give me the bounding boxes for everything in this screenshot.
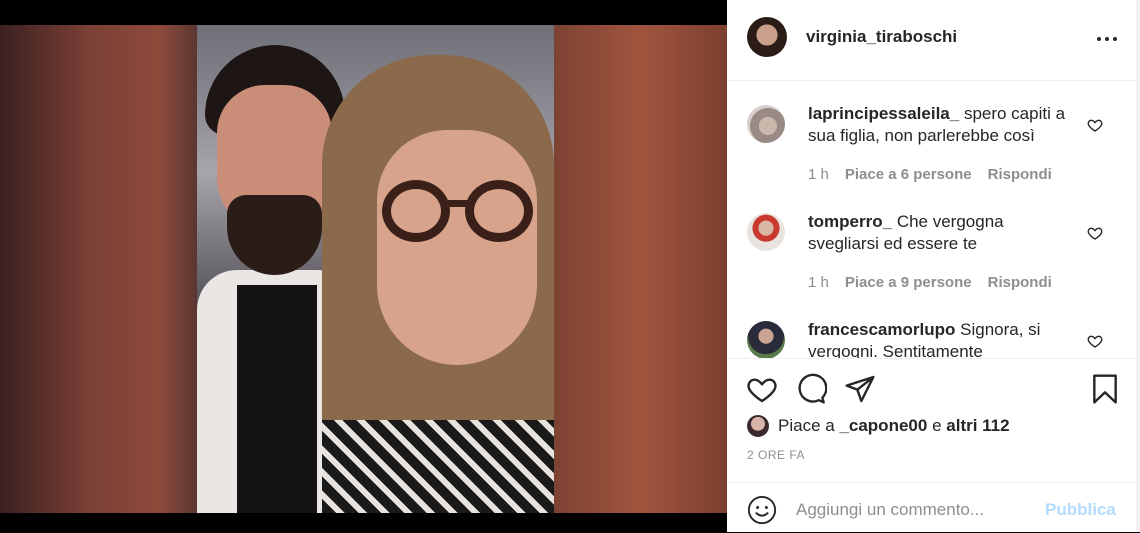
likes-text[interactable]: Piace a _capone00 e altri 112 — [778, 416, 1010, 436]
reply-button[interactable]: Rispondi — [988, 274, 1052, 291]
video-image — [197, 25, 554, 513]
person-woman — [322, 55, 554, 513]
likes-conjunction: e — [932, 416, 942, 435]
post-header: virginia_tiraboschi — [727, 0, 1136, 81]
bookmark-icon[interactable] — [1089, 373, 1121, 405]
comment-form: Pubblica — [727, 482, 1136, 533]
more-options-icon[interactable] — [1097, 36, 1117, 42]
likes-others-count[interactable]: altri 112 — [946, 416, 1009, 435]
comment-heart-icon[interactable] — [1087, 117, 1103, 133]
scrollbar[interactable] — [1136, 0, 1140, 532]
author-avatar[interactable] — [747, 17, 787, 57]
emoji-icon[interactable] — [747, 495, 777, 525]
commenter-username[interactable]: tomperro_ — [808, 212, 892, 231]
comment-time[interactable]: 1 h — [808, 166, 829, 183]
comment-time[interactable]: 1 h — [808, 274, 829, 291]
comment-input[interactable] — [796, 499, 1026, 521]
comments-list: laprincipessaleila_ spero capiti a sua f… — [727, 81, 1136, 358]
comment-likes[interactable]: Piace a 9 persone — [845, 274, 972, 291]
liker-avatar[interactable] — [747, 415, 769, 437]
comment-text-block: tomperro_ Che vergogna svegliarsi ed ess… — [808, 211, 1073, 255]
video-frame[interactable] — [0, 25, 727, 513]
post-side-panel: virginia_tiraboschi laprincipessaleila_ … — [727, 0, 1140, 532]
comment-heart-icon[interactable] — [1087, 225, 1103, 241]
comment-text-block: francescamorlupo Signora, si vergogni. S… — [808, 319, 1073, 358]
post-media[interactable] — [0, 0, 727, 532]
reply-button[interactable]: Rispondi — [988, 166, 1052, 183]
commenter-username[interactable]: laprincipessaleila_ — [808, 104, 959, 123]
commenter-avatar[interactable] — [747, 213, 785, 251]
comment-icon[interactable] — [795, 373, 827, 405]
publish-button[interactable]: Pubblica — [1045, 500, 1116, 520]
comment-meta: 1 h Piace a 6 persone Rispondi — [808, 166, 1052, 183]
heart-icon[interactable] — [746, 373, 778, 405]
comment-meta: 1 h Piace a 9 persone Rispondi — [808, 274, 1052, 291]
comment-likes[interactable]: Piace a 6 persone — [845, 166, 972, 183]
commenter-avatar[interactable] — [747, 105, 785, 143]
liker-username[interactable]: _capone00 — [839, 416, 927, 435]
commenter-avatar[interactable] — [747, 321, 785, 358]
share-icon[interactable] — [844, 373, 876, 405]
comment-heart-icon[interactable] — [1087, 333, 1103, 349]
commenter-username[interactable]: francescamorlupo — [808, 320, 955, 339]
post-timestamp[interactable]: 2 ORE FA — [747, 448, 805, 462]
author-username[interactable]: virginia_tiraboschi — [806, 27, 957, 47]
comment-text-block: laprincipessaleila_ spero capiti a sua f… — [808, 103, 1073, 147]
likes-summary: Piace a _capone00 e altri 112 — [747, 414, 1010, 438]
likes-prefix: Piace a — [778, 416, 835, 435]
